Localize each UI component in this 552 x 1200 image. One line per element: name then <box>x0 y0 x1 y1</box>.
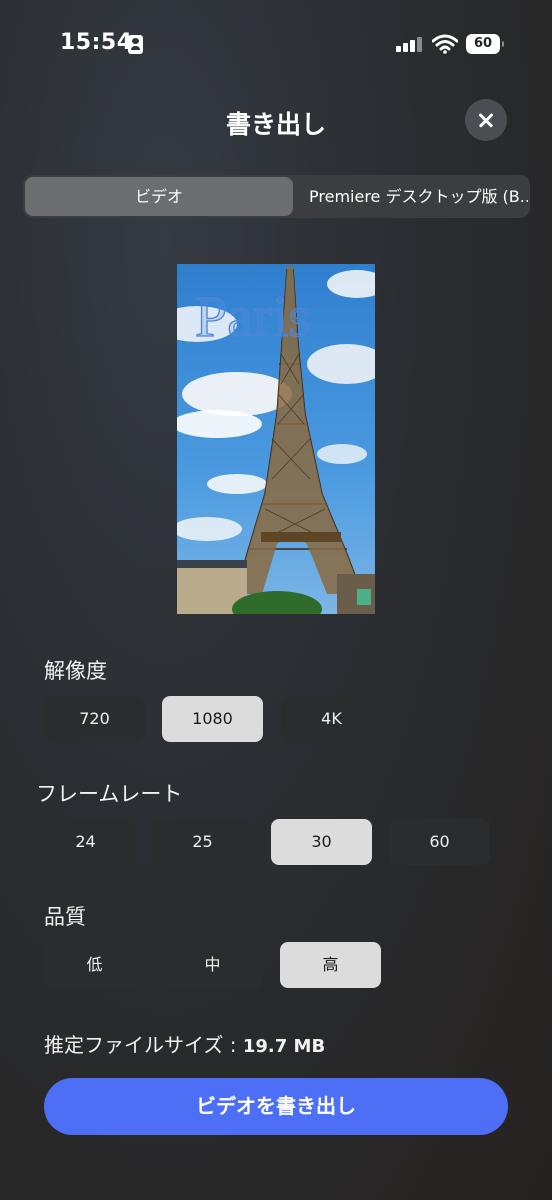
quality-option-low[interactable]: 低 <box>44 942 145 988</box>
estimated-file-size: 推定ファイルサイズ : 19.7 MB <box>44 1029 325 1058</box>
export-target-tabs: ビデオ Premiere デスクトップ版 (B... <box>23 175 530 218</box>
resolution-option-4k[interactable]: 4K <box>281 696 382 742</box>
wifi-icon <box>432 34 458 54</box>
tab-premiere-desktop[interactable]: Premiere デスクトップ版 (B... <box>295 177 528 216</box>
eiffel-tower-image: Paris <box>177 264 375 614</box>
status-bar: 15:54 60 <box>0 0 552 90</box>
close-button[interactable] <box>465 99 507 141</box>
framerate-option-60[interactable]: 60 <box>389 819 490 865</box>
cellular-signal-icon <box>396 36 424 52</box>
file-size-value: 19.7 MB <box>242 1036 326 1057</box>
export-video-button[interactable]: ビデオを書き出し <box>44 1078 508 1135</box>
resolution-label: 解像度 <box>44 659 107 683</box>
framerate-option-24[interactable]: 24 <box>35 819 136 865</box>
battery-icon: 60 <box>466 34 504 54</box>
video-preview: Paris <box>177 264 375 614</box>
file-size-label: 推定ファイルサイズ : <box>44 1033 237 1057</box>
resolution-option-720[interactable]: 720 <box>44 696 145 742</box>
quality-label: 品質 <box>44 905 86 929</box>
paris-overlay-text: Paris <box>195 284 311 349</box>
framerate-label: フレームレート <box>36 782 183 806</box>
status-time: 15:54 <box>60 30 133 55</box>
contact-card-icon <box>128 35 143 54</box>
quality-option-high[interactable]: 高 <box>280 942 381 988</box>
resolution-option-1080[interactable]: 1080 <box>162 696 263 742</box>
framerate-option-25[interactable]: 25 <box>152 819 253 865</box>
tab-video[interactable]: ビデオ <box>25 177 293 216</box>
quality-option-medium[interactable]: 中 <box>162 942 263 988</box>
framerate-option-30[interactable]: 30 <box>271 819 372 865</box>
